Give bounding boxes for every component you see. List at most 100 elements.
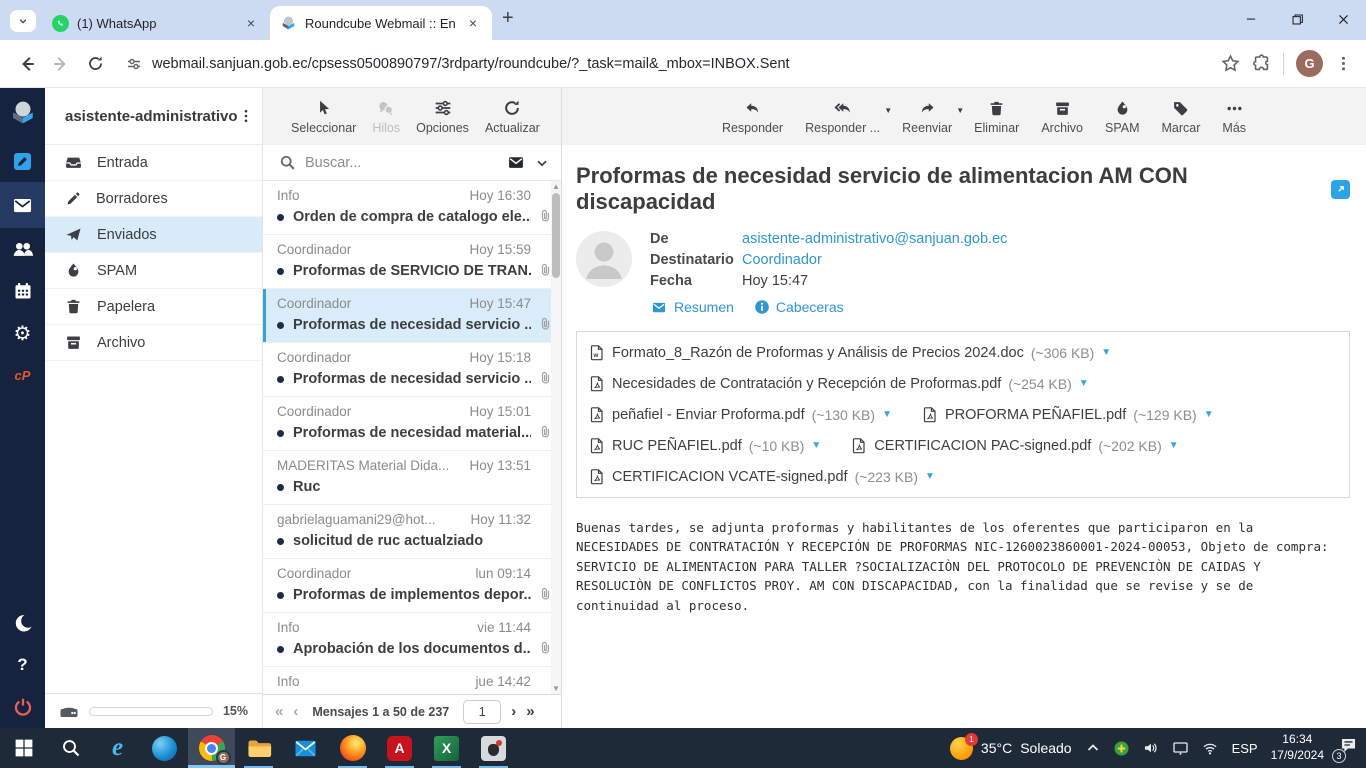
attachment-name[interactable]: Formato_8_Razón de Proformas y Análisis …	[612, 345, 1024, 361]
attachment-menu-caret-icon[interactable]: ▼	[811, 440, 821, 451]
dropdown-caret-icon[interactable]: ▼	[956, 106, 964, 115]
toolbar-button-seleccionar[interactable]: Seleccionar	[283, 98, 364, 135]
tab-whatsapp[interactable]: (1) WhatsApp ×	[42, 6, 270, 40]
compose-icon[interactable]	[0, 140, 45, 182]
taskbar-chrome-icon[interactable]: G	[188, 728, 235, 768]
attachment-menu-caret-icon[interactable]: ▼	[1204, 409, 1214, 420]
search-scope-envelope-icon[interactable]	[506, 154, 526, 171]
from-address-link[interactable]: asistente-administrativo@sanjuan.gob.ec	[742, 231, 1007, 247]
restore-button[interactable]	[1274, 0, 1320, 38]
page-number-input[interactable]	[463, 700, 501, 724]
toolbar-button-spam[interactable]: SPAM	[1097, 98, 1148, 135]
search-options-chevron-icon[interactable]	[535, 156, 549, 170]
action-link-resumen[interactable]: Resumen	[650, 299, 734, 315]
tab-close-icon[interactable]: ×	[242, 14, 260, 32]
taskbar-explorer-icon[interactable]	[235, 728, 282, 768]
attachment-menu-caret-icon[interactable]: ▼	[1101, 347, 1111, 358]
attachment-name[interactable]: Necesidades de Contratación y Recepción …	[612, 376, 1001, 392]
url-bar[interactable]: webmail.sanjuan.gob.ec/cpsess0500890797/…	[112, 56, 1221, 72]
wifi-icon[interactable]	[1201, 741, 1219, 756]
prev-page-button[interactable]: ‹	[293, 703, 298, 720]
message-row[interactable]: InfoHoy 16:30Orden de compra de catalogo…	[263, 181, 561, 235]
attachment-item[interactable]: wFormato_8_Razón de Proformas y Análisis…	[589, 344, 1111, 361]
logout-power-icon[interactable]	[0, 686, 45, 728]
folder-item-borradores[interactable]: Borradores	[45, 181, 262, 217]
folder-item-enviados[interactable]: Enviados	[45, 217, 262, 253]
message-row[interactable]: Infojue 14:42	[263, 667, 561, 694]
open-in-new-window-icon[interactable]	[1331, 180, 1350, 199]
attachment-item[interactable]: peñafiel - Enviar Proforma.pdf(~130 KB)▼	[589, 406, 892, 423]
attachment-item[interactable]: RUC PEÑAFIEL.pdf(~10 KB)▼	[589, 437, 821, 454]
message-row[interactable]: CoordinadorHoy 15:01Proformas de necesid…	[263, 397, 561, 451]
toolbar-button-reenviar[interactable]: Reenviar▼	[894, 98, 960, 135]
folder-options-kebab-icon[interactable]	[238, 108, 254, 124]
message-row[interactable]: Infovie 11:44Aprobación de los documento…	[263, 613, 561, 667]
contacts-icon[interactable]	[0, 228, 45, 270]
message-row[interactable]: MADERITAS Material Dida...Hoy 13:51Ruc	[263, 451, 561, 505]
profile-avatar[interactable]: G	[1296, 50, 1323, 77]
last-page-button[interactable]: »	[526, 703, 534, 720]
volume-icon[interactable]	[1142, 740, 1160, 756]
folder-item-spam[interactable]: SPAM	[45, 253, 262, 289]
attachment-item[interactable]: PROFORMA PEÑAFIEL.pdf(~129 KB)▼	[922, 406, 1214, 423]
toolbar-button-archivo[interactable]: Archivo	[1033, 98, 1091, 135]
attachment-item[interactable]: CERTIFICACION VCATE-signed.pdf(~223 KB)▼	[589, 468, 935, 485]
attachment-name[interactable]: peñafiel - Enviar Proforma.pdf	[612, 407, 805, 423]
attachment-item[interactable]: Necesidades de Contratación y Recepción …	[589, 375, 1089, 392]
scroll-up-icon[interactable]: ▲	[551, 182, 561, 191]
mail-module-icon[interactable]	[0, 182, 45, 228]
taskbar-start-button[interactable]	[0, 728, 47, 768]
message-row[interactable]: Coordinadorlun 09:14Proformas de impleme…	[263, 559, 561, 613]
attachment-name[interactable]: CERTIFICACION PAC-signed.pdf	[874, 438, 1091, 454]
toolbar-button-responder[interactable]: Responder ...▼	[797, 98, 888, 135]
to-recipient-link[interactable]: Coordinador	[742, 252, 822, 268]
tab-close-icon[interactable]: ×	[464, 14, 482, 32]
next-page-button[interactable]: ›	[511, 703, 516, 720]
new-tab-button[interactable]: +	[502, 7, 514, 30]
minimize-button[interactable]	[1228, 0, 1274, 38]
folder-item-papelera[interactable]: Papelera	[45, 289, 262, 325]
folder-item-entrada[interactable]: Entrada	[45, 145, 262, 181]
notification-center-button[interactable]: 3	[1339, 736, 1358, 760]
chevron-up-icon[interactable]	[1085, 740, 1101, 756]
taskbar-search-icon[interactable]	[47, 728, 94, 768]
help-icon[interactable]: ?	[0, 644, 45, 686]
toolbar-button-opciones[interactable]: Opciones	[408, 98, 477, 135]
taskbar-excel-icon[interactable]: X	[423, 728, 470, 768]
attachment-menu-caret-icon[interactable]: ▼	[882, 409, 892, 420]
attachment-item[interactable]: CERTIFICACION PAC-signed.pdf(~202 KB)▼	[851, 437, 1178, 454]
taskbar-ie-icon[interactable]: e	[94, 728, 141, 768]
browser-menu-icon[interactable]	[1335, 55, 1352, 72]
extensions-icon[interactable]	[1252, 54, 1271, 73]
close-button[interactable]	[1320, 0, 1366, 38]
antivirus-icon[interactable]	[1113, 740, 1130, 757]
cpanel-icon[interactable]: cP	[0, 354, 45, 396]
scroll-down-icon[interactable]: ▼	[551, 684, 561, 693]
site-settings-icon[interactable]	[126, 56, 142, 72]
weather-widget[interactable]: 1 35°C Soleado	[950, 737, 1072, 760]
toolbar-button-m-s[interactable]: Más	[1214, 98, 1254, 135]
taskbar-edge-icon[interactable]	[141, 728, 188, 768]
attachment-name[interactable]: CERTIFICACION VCATE-signed.pdf	[612, 469, 848, 485]
settings-gear-icon[interactable]: ⚙	[0, 312, 45, 354]
taskbar-firefox-icon[interactable]	[329, 728, 376, 768]
bookmark-star-icon[interactable]	[1221, 54, 1240, 73]
attachment-menu-caret-icon[interactable]: ▼	[1169, 440, 1179, 451]
message-row[interactable]: CoordinadorHoy 15:47Proformas de necesid…	[263, 289, 561, 343]
toolbar-button-marcar[interactable]: Marcar	[1154, 98, 1209, 135]
tab-roundcube[interactable]: Roundcube Webmail :: Enviados ×	[270, 6, 492, 40]
first-page-button[interactable]: «	[275, 703, 283, 720]
attachment-name[interactable]: PROFORMA PEÑAFIEL.pdf	[945, 407, 1126, 423]
forward-button[interactable]	[44, 47, 78, 81]
attachment-menu-caret-icon[interactable]: ▼	[1079, 378, 1089, 389]
back-button[interactable]	[10, 47, 44, 81]
calendar-icon[interactable]	[0, 270, 45, 312]
language-indicator[interactable]: ESP	[1232, 741, 1258, 756]
toolbar-button-responder[interactable]: Responder	[714, 98, 791, 135]
folder-item-archivo[interactable]: Archivo	[45, 325, 262, 361]
message-row[interactable]: CoordinadorHoy 15:59Proformas de SERVICI…	[263, 235, 561, 289]
reload-button[interactable]	[78, 47, 112, 81]
scrollbar-thumb[interactable]	[552, 193, 560, 278]
cast-icon[interactable]	[1172, 740, 1189, 756]
attachment-name[interactable]: RUC PEÑAFIEL.pdf	[612, 438, 742, 454]
